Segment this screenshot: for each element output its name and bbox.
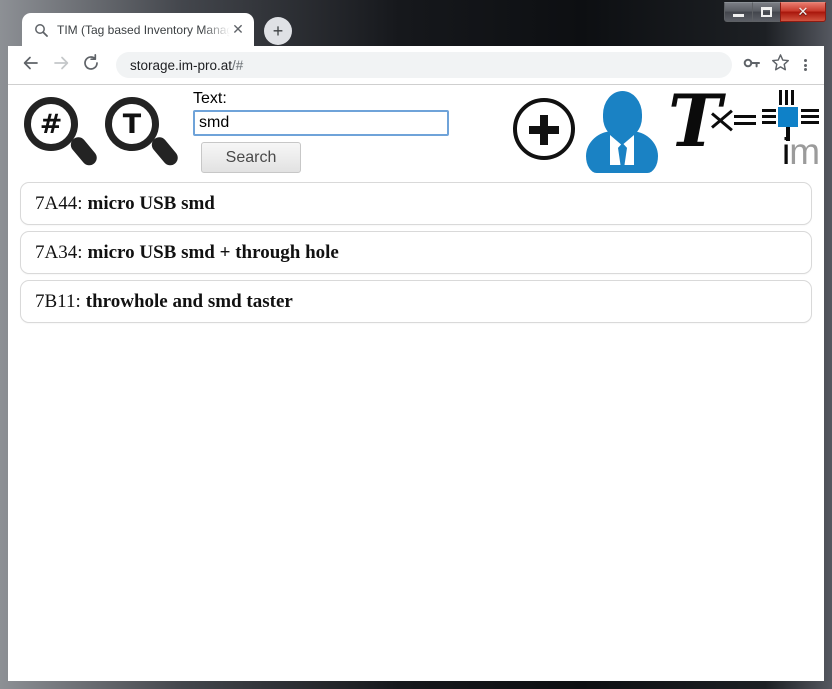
im-brand-text: im xyxy=(782,133,819,170)
search-input[interactable] xyxy=(193,110,449,136)
plus-icon: + xyxy=(273,22,284,40)
search-magnifier-favicon-icon xyxy=(32,21,49,38)
browser-toolbar: storage.im-pro.at/# xyxy=(8,46,824,84)
forward-button xyxy=(46,50,76,80)
app-header: # T Text: Search xyxy=(8,85,824,182)
reload-button[interactable] xyxy=(76,50,106,80)
search-form: Text: Search xyxy=(193,90,463,173)
browser-window: ✕ TIM (Tag based Inventory Manag ✕ + xyxy=(0,0,832,689)
im-pro-brand-logo[interactable]: im xyxy=(764,89,822,175)
search-field-label: Text: xyxy=(193,90,463,108)
chip-square-icon xyxy=(778,107,798,127)
item-name: micro USB smd xyxy=(88,193,215,215)
add-item-button[interactable] xyxy=(513,98,577,162)
user-account-button[interactable] xyxy=(586,91,658,173)
search-button[interactable]: Search xyxy=(201,142,301,173)
user-head-icon xyxy=(603,91,642,138)
chip-pins-top-icon xyxy=(779,90,794,105)
tim-brand-letter: T xyxy=(668,85,722,157)
list-item[interactable]: 7B11: throwhole and smd taster xyxy=(20,280,812,323)
chip-pins-right-icon xyxy=(801,109,819,127)
item-id: 7B11: xyxy=(35,291,81,313)
reload-icon xyxy=(82,54,100,77)
tag-search-button[interactable]: # xyxy=(22,95,94,175)
new-tab-button[interactable]: + xyxy=(264,17,292,45)
magnifier-handle-icon xyxy=(68,134,100,168)
im-brand-m: m xyxy=(789,131,819,172)
browser-tab[interactable]: TIM (Tag based Inventory Manag ✕ xyxy=(22,13,254,46)
item-id: 7A34: xyxy=(35,242,83,264)
list-item[interactable]: 7A34: micro USB smd + through hole xyxy=(20,231,812,274)
tim-brand-logo: T xyxy=(668,91,763,171)
item-name: throwhole and smd taster xyxy=(86,291,293,313)
password-key-button[interactable] xyxy=(738,51,766,79)
chip-pins-left-icon xyxy=(762,109,776,127)
text-search-icon-label: T xyxy=(123,111,141,138)
item-id: 7A44: xyxy=(35,193,83,215)
back-button[interactable] xyxy=(16,50,46,80)
back-arrow-icon xyxy=(22,54,40,77)
address-bar[interactable]: storage.im-pro.at/# xyxy=(116,52,732,78)
tag-search-icon-label: # xyxy=(40,111,63,138)
key-icon xyxy=(743,54,761,77)
forward-arrow-icon xyxy=(52,54,70,77)
tab-close-icon[interactable]: ✕ xyxy=(230,22,246,38)
magnifier-handle-icon xyxy=(149,134,181,168)
list-item[interactable]: 7A44: micro USB smd xyxy=(20,182,812,225)
tab-title: TIM (Tag based Inventory Manag xyxy=(57,23,230,37)
plus-circle-icon xyxy=(513,98,575,160)
address-bar-url: storage.im-pro.at/# xyxy=(130,58,243,73)
url-path: /# xyxy=(232,58,243,73)
tim-lines-icon xyxy=(734,115,756,129)
tab-strip: TIM (Tag based Inventory Manag ✕ + xyxy=(0,0,832,46)
page-viewport: # T Text: Search xyxy=(8,84,824,681)
star-icon xyxy=(771,53,790,77)
bookmark-button[interactable] xyxy=(766,51,794,79)
item-name: micro USB smd + through hole xyxy=(88,242,339,264)
browser-menu-button[interactable] xyxy=(794,51,816,79)
three-dots-menu-icon xyxy=(804,58,807,73)
url-host: storage.im-pro.at xyxy=(130,58,232,73)
text-search-button[interactable]: T xyxy=(103,95,175,175)
search-results-list: 7A44: micro USB smd 7A34: micro USB smd … xyxy=(8,182,824,323)
